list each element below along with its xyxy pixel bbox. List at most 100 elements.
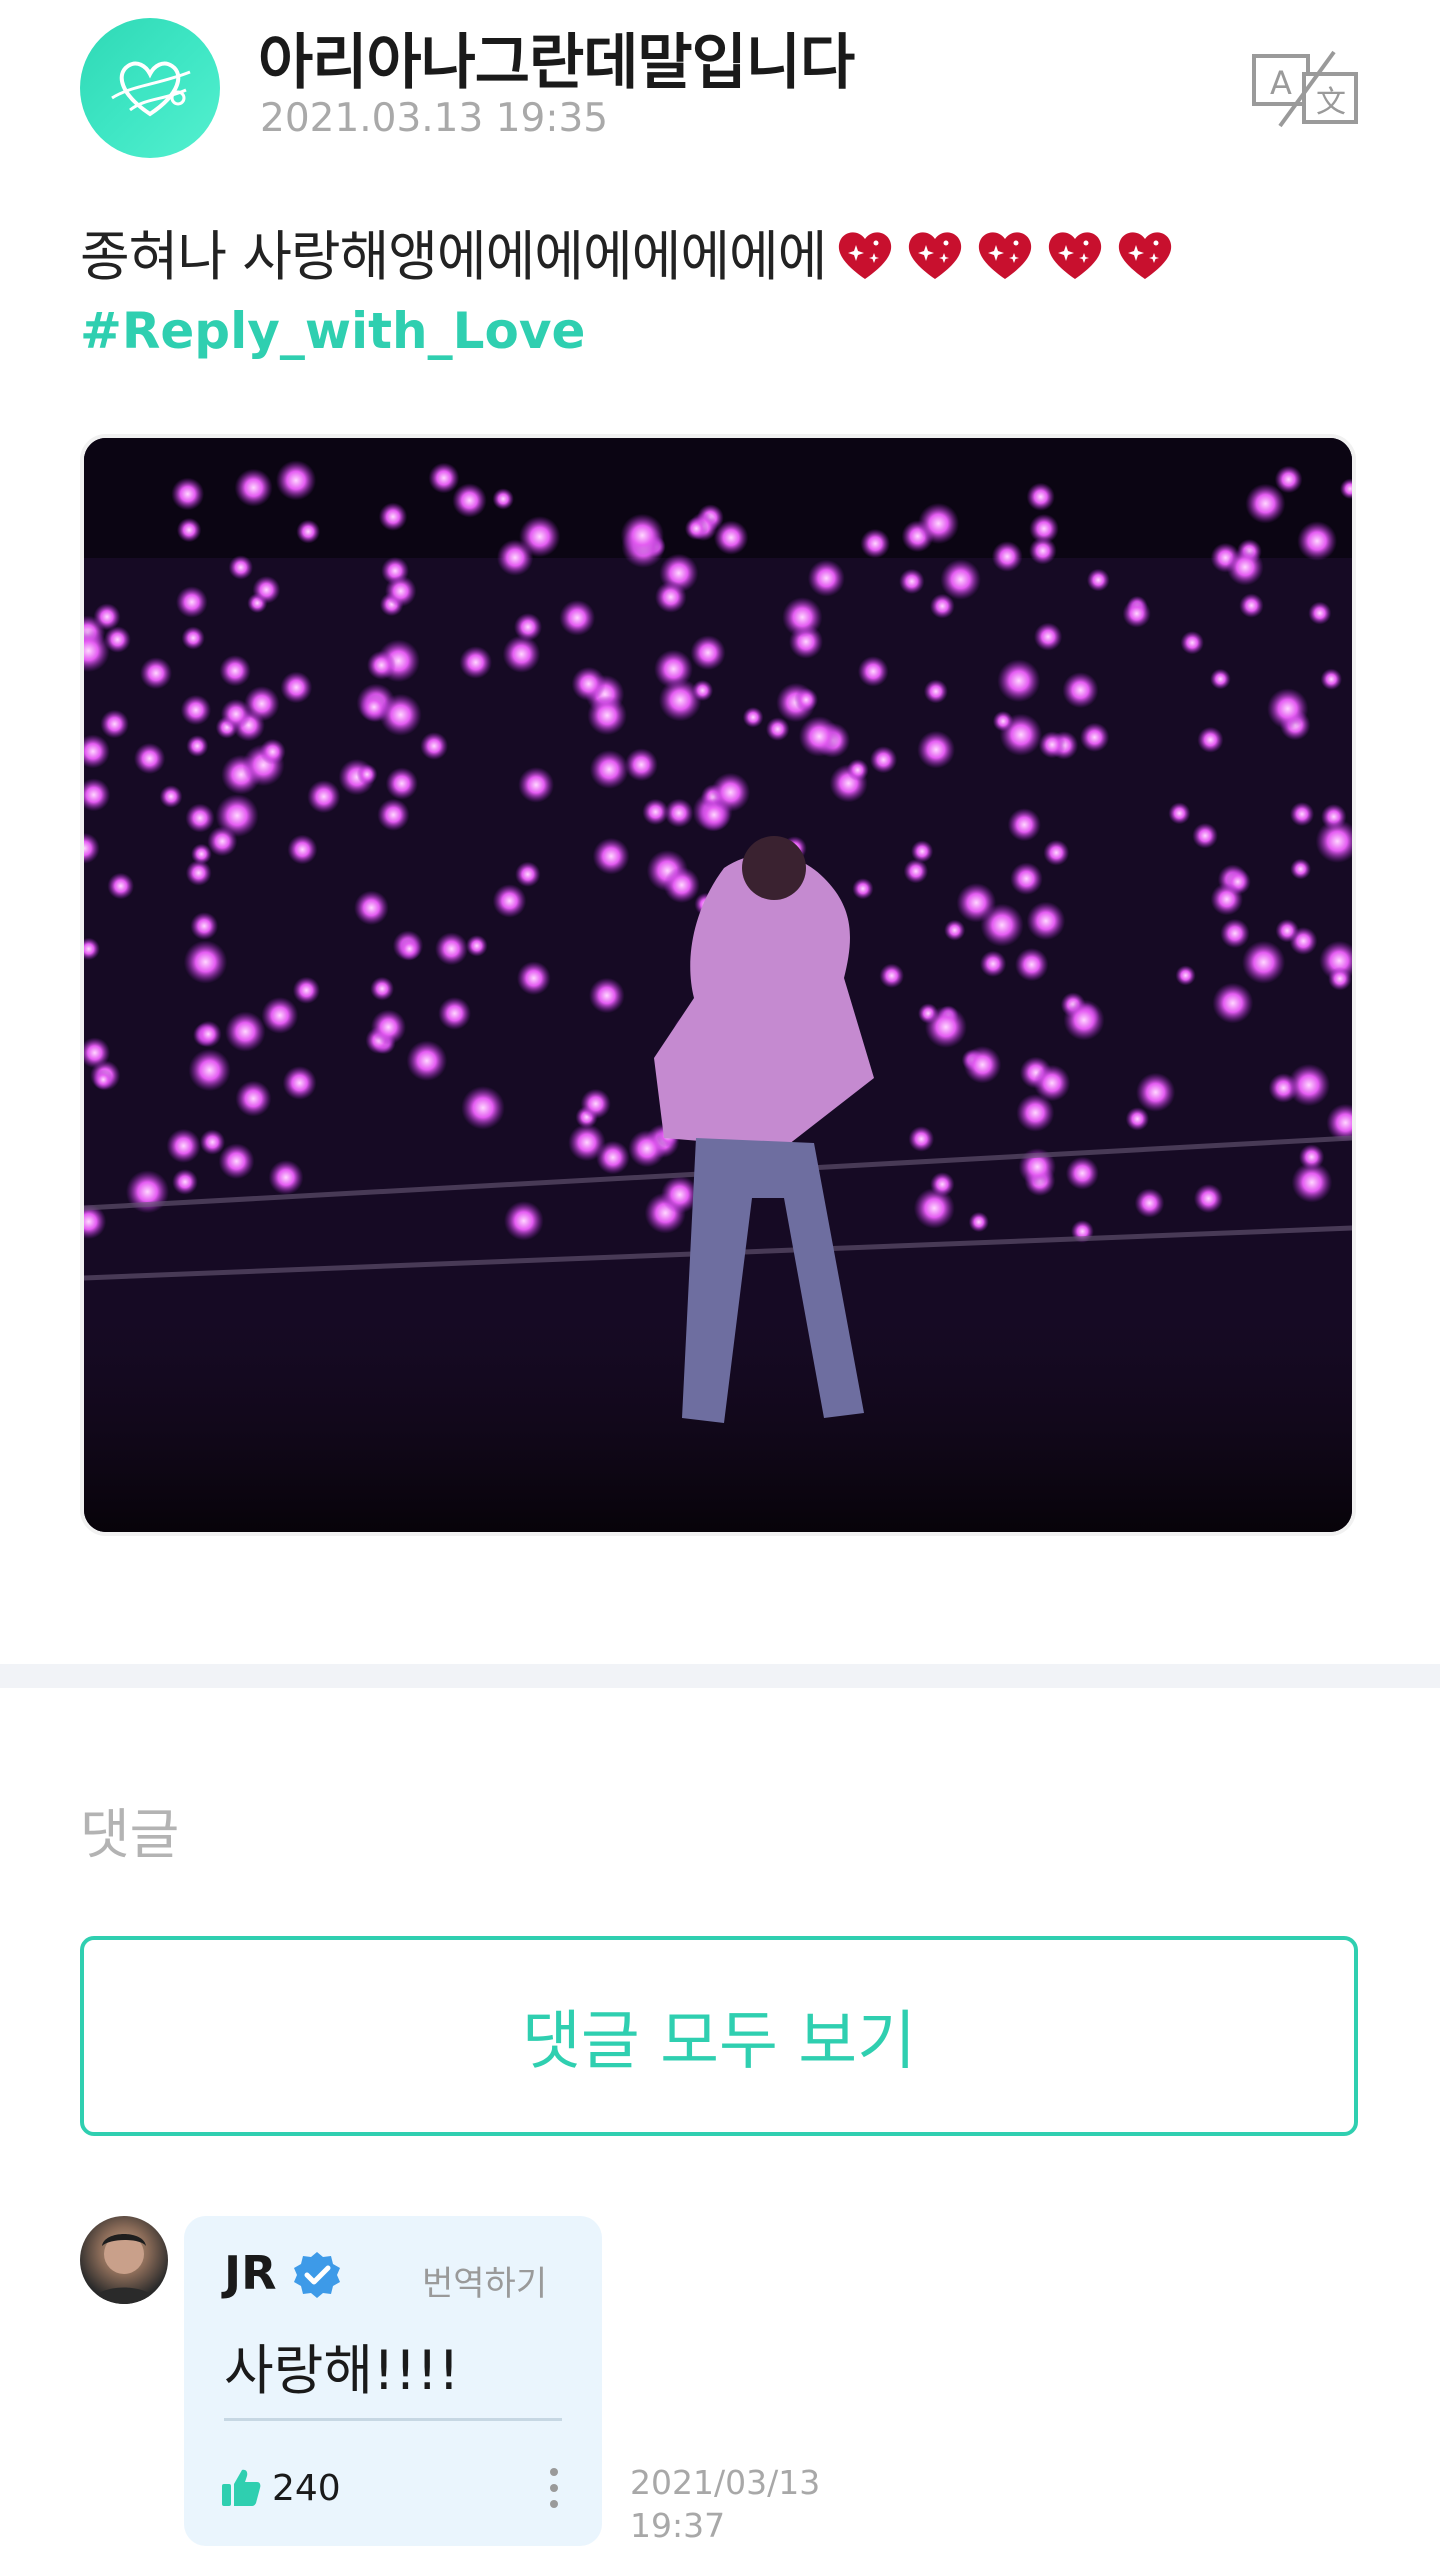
lightstick-glow [180, 694, 212, 726]
thumbs-up-icon[interactable] [220, 2466, 262, 2508]
lightstick-glow [655, 581, 687, 613]
lightstick-glow [435, 932, 468, 966]
lightstick-glow [1175, 965, 1196, 986]
lightstick-glow [1086, 568, 1110, 592]
lightstick-glow [1038, 731, 1066, 759]
lightstick-glow [1193, 1183, 1224, 1214]
lightstick-glow [199, 1129, 226, 1155]
lightstick-glow [1033, 1064, 1071, 1102]
view-all-comments-button[interactable]: 댓글 모두 보기 [80, 1936, 1358, 2136]
comment-separator [224, 2418, 562, 2421]
lightstick-glow [1275, 919, 1299, 943]
lightstick-glow [516, 961, 551, 996]
lightstick-glow [195, 1020, 222, 1048]
lightstick-glow [261, 997, 299, 1034]
lightstick-glow [176, 517, 202, 543]
lightstick-glow [1122, 599, 1151, 628]
lightstick-glow [190, 912, 219, 940]
lightstick-glow [466, 935, 488, 957]
comment-time: 19:37 [630, 2505, 726, 2545]
lightstick-glow [991, 541, 1023, 572]
lightstick-glow [496, 539, 534, 576]
lightstick-glow [235, 1080, 272, 1117]
lightstick-glow [377, 798, 410, 831]
lightstick-glow [1226, 548, 1264, 586]
lightstick-glow [1007, 808, 1041, 842]
lightstick-glow [879, 963, 904, 988]
lightstick-glow [252, 575, 281, 604]
lightstick-glow [589, 749, 629, 789]
lightstick-glow [587, 695, 627, 736]
lightstick-glow [140, 657, 172, 690]
lightstick-glow [1267, 688, 1309, 730]
lightstick-glow [296, 519, 321, 544]
lightstick-glow [664, 798, 694, 828]
lightstick-glow [452, 483, 487, 518]
lightstick-glow [1029, 537, 1057, 565]
lightstick-glow [228, 555, 253, 580]
lightstick-glow [1063, 999, 1105, 1041]
lightstick-glow [568, 1123, 606, 1162]
lightstick-glow [979, 950, 1007, 977]
lightstick-glow [1298, 1144, 1325, 1170]
lightstick-glow [367, 650, 396, 680]
lightstick-glow [1245, 483, 1286, 524]
lightstick-glow [183, 940, 228, 984]
lightstick-glow [159, 785, 183, 808]
lightstick-glow [438, 997, 471, 1030]
lightstick-glow [514, 613, 542, 641]
lightstick-glow [378, 502, 408, 531]
lightstick-glow [280, 671, 313, 704]
lightstick-glow [385, 767, 418, 800]
lightstick-glow [690, 635, 726, 671]
section-divider [0, 1664, 1440, 1688]
lightstick-glow [356, 764, 378, 785]
more-options-icon[interactable] [546, 2464, 562, 2512]
lightstick-glow [1125, 1107, 1150, 1131]
lightstick-glow [1136, 1072, 1176, 1112]
sparkling-heart-icon [1049, 232, 1102, 279]
author-avatar[interactable] [80, 18, 220, 158]
post-author-name[interactable]: 아리아나그란데말입니다 [258, 14, 855, 101]
lightstick-glow [940, 559, 981, 600]
post-image[interactable] [80, 434, 1356, 1536]
lightstick-glow [1026, 482, 1055, 511]
comment-author-name[interactable]: JR [224, 2246, 277, 2300]
heart-emoji-row [826, 225, 1176, 288]
lightstick-glow [1192, 822, 1218, 849]
lightstick-glow [684, 517, 708, 540]
svg-text:文: 文 [1316, 85, 1346, 120]
lightstick-glow [406, 1040, 448, 1081]
like-count: 240 [272, 2468, 341, 2509]
lightstick-glow [1239, 593, 1264, 618]
comment-bubble: JR 번역하기 사랑해!!!! 240 [184, 2216, 602, 2546]
lightstick-glow [1308, 601, 1332, 625]
lightstick-glow [1010, 862, 1043, 895]
hashtag-link[interactable]: #Reply_with_Love [80, 302, 585, 360]
lightstick-glow [589, 977, 625, 1014]
lightstick-glow [492, 488, 514, 510]
comment-author-avatar[interactable] [80, 2216, 168, 2304]
lightstick-glow [1242, 940, 1286, 984]
lightstick-glow [104, 626, 131, 653]
lightstick-glow [459, 646, 493, 679]
comment-translate-link[interactable]: 번역하기 [422, 2256, 547, 2305]
lightstick-glow [1062, 672, 1099, 709]
lightstick-glow [292, 976, 320, 1004]
lightstick-glow [1015, 947, 1049, 982]
lightstick-glow [518, 767, 554, 803]
lightstick-glow [1043, 839, 1070, 866]
lightstick-glow [869, 746, 898, 774]
lightstick-glow [710, 772, 751, 812]
lightstick-glow [171, 477, 205, 511]
lightstick-glow [93, 1069, 114, 1090]
lightstick-glow [930, 1172, 955, 1197]
lightstick-glow [370, 976, 394, 1001]
lightstick-glow [956, 882, 997, 923]
translate-icon[interactable]: A 文 [1250, 50, 1360, 130]
lightstick-glow [663, 866, 700, 904]
lightstick-glow [571, 666, 606, 701]
concert-photo [84, 438, 1352, 1532]
lightstick-glow [624, 748, 658, 782]
lightstick-glow [908, 1126, 935, 1152]
